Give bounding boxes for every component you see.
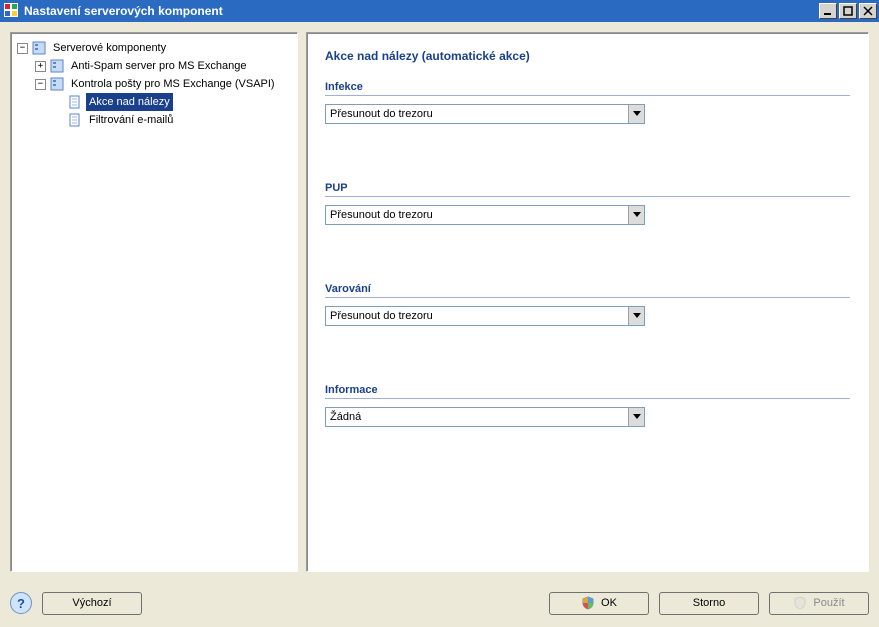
- page-icon: [67, 112, 83, 128]
- component-icon: [49, 58, 65, 74]
- help-button[interactable]: ?: [10, 592, 32, 614]
- no-expander: [53, 97, 64, 108]
- tree-node-vsapi[interactable]: − Kontrola pošty pro MS Exchange (VSAPI): [35, 75, 295, 93]
- tree-label-root: Serverové komponenty: [50, 39, 169, 57]
- ok-button-label: OK: [601, 597, 617, 609]
- tree-node-filter[interactable]: Filtrování e-mailů: [53, 111, 295, 129]
- tree-node-antispam[interactable]: + Anti-Spam server pro MS Exchange: [35, 57, 295, 75]
- chevron-down-icon[interactable]: [628, 307, 644, 325]
- default-button[interactable]: Výchozí: [42, 592, 142, 615]
- no-expander: [53, 115, 64, 126]
- shield-icon: [581, 596, 595, 610]
- main-panel: Akce nad nálezy (automatické akce) Infek…: [306, 32, 869, 572]
- expand-icon[interactable]: +: [35, 61, 46, 72]
- tree-panel: − Serverové komponenty +: [10, 32, 298, 572]
- minimize-button[interactable]: [819, 3, 837, 19]
- maximize-button[interactable]: [839, 3, 857, 19]
- shield-icon: [793, 596, 807, 610]
- tree-label-vsapi: Kontrola pošty pro MS Exchange (VSAPI): [68, 75, 278, 93]
- app-icon: [4, 3, 20, 19]
- component-icon: [31, 40, 47, 56]
- apply-button[interactable]: Použít: [769, 592, 869, 615]
- select-warning-value: Přesunout do trezoru: [326, 310, 628, 322]
- component-tree[interactable]: − Serverové komponenty +: [15, 39, 295, 129]
- group-label-infection: Infekce: [325, 81, 850, 96]
- group-label-info: Informace: [325, 384, 850, 399]
- chevron-down-icon[interactable]: [628, 105, 644, 123]
- page-icon: [67, 94, 83, 110]
- window-buttons: [819, 3, 877, 19]
- select-infection-value: Přesunout do trezoru: [326, 108, 628, 120]
- default-button-label: Výchozí: [72, 597, 111, 609]
- select-info[interactable]: Žádná: [325, 407, 645, 427]
- group-pup: PUP Přesunout do trezoru: [325, 182, 850, 225]
- collapse-icon[interactable]: −: [17, 43, 28, 54]
- apply-button-label: Použít: [813, 597, 844, 609]
- dialog-footer: ? Výchozí OK Storno Použít: [10, 589, 869, 617]
- group-warning: Varování Přesunout do trezoru: [325, 283, 850, 326]
- tree-label-actions: Akce nad nálezy: [86, 93, 173, 111]
- tree-label-antispam: Anti-Spam server pro MS Exchange: [68, 57, 249, 75]
- collapse-icon[interactable]: −: [35, 79, 46, 90]
- group-info: Informace Žádná: [325, 384, 850, 427]
- cancel-button-label: Storno: [693, 597, 725, 609]
- chevron-down-icon[interactable]: [628, 206, 644, 224]
- window-titlebar: Nastavení serverových komponent: [0, 0, 879, 22]
- chevron-down-icon[interactable]: [628, 408, 644, 426]
- tree-label-filter: Filtrování e-mailů: [86, 111, 176, 129]
- cancel-button[interactable]: Storno: [659, 592, 759, 615]
- window-title: Nastavení serverových komponent: [24, 4, 223, 18]
- tree-node-actions[interactable]: Akce nad nálezy: [53, 93, 295, 111]
- component-icon: [49, 76, 65, 92]
- ok-button[interactable]: OK: [549, 592, 649, 615]
- select-info-value: Žádná: [326, 411, 628, 423]
- tree-node-root[interactable]: − Serverové komponenty: [17, 39, 295, 57]
- select-pup[interactable]: Přesunout do trezoru: [325, 205, 645, 225]
- group-label-pup: PUP: [325, 182, 850, 197]
- select-pup-value: Přesunout do trezoru: [326, 209, 628, 221]
- select-infection[interactable]: Přesunout do trezoru: [325, 104, 645, 124]
- close-button[interactable]: [859, 3, 877, 19]
- main-title: Akce nad nálezy (automatické akce): [325, 49, 850, 63]
- group-label-warning: Varování: [325, 283, 850, 298]
- select-warning[interactable]: Přesunout do trezoru: [325, 306, 645, 326]
- group-infection: Infekce Přesunout do trezoru: [325, 81, 850, 124]
